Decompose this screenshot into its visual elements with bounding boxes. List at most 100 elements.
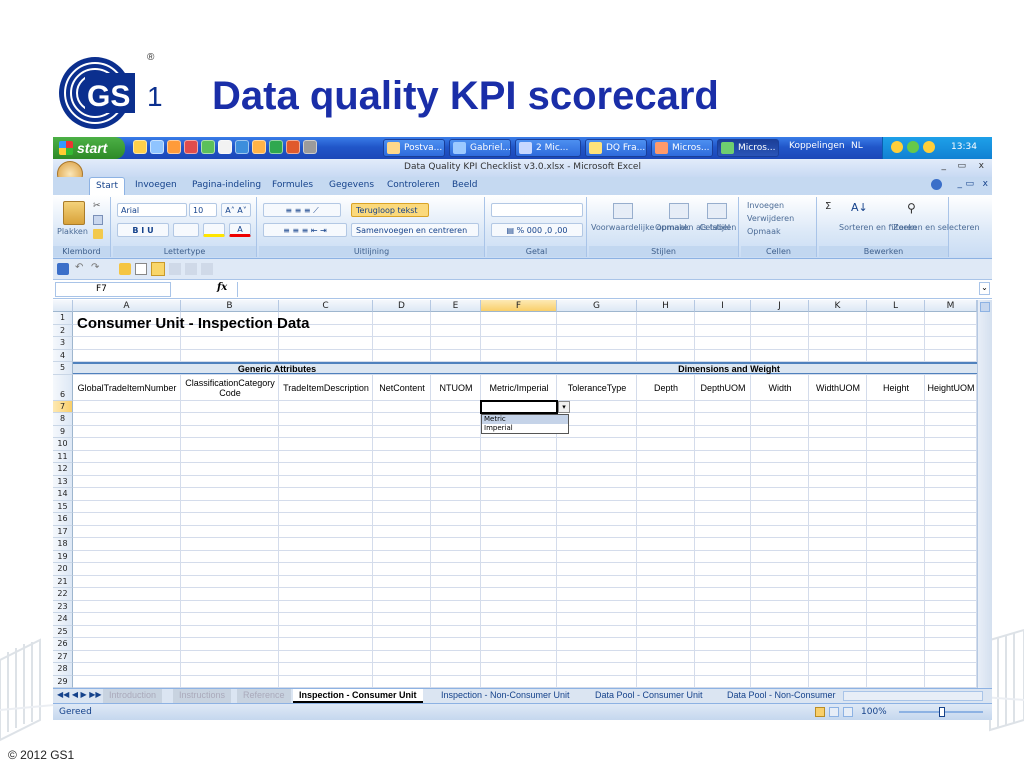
row-header-8[interactable]: 8 (53, 413, 73, 426)
ribbon-minimize-button[interactable]: _ (958, 179, 963, 189)
column-header-i[interactable]: I (695, 300, 751, 312)
horizontal-scrollbar[interactable] (843, 691, 983, 701)
tray-icon[interactable] (923, 141, 935, 153)
borders-icon[interactable] (173, 223, 199, 237)
quicklaunch-icon[interactable] (150, 140, 164, 154)
row-header-19[interactable]: 19 (53, 550, 73, 563)
name-box[interactable]: F7 (55, 282, 171, 297)
tray-icon[interactable] (907, 141, 919, 153)
tab-formules[interactable]: Formules (272, 180, 313, 190)
expand-formula-bar-icon[interactable]: ⌄ (979, 282, 990, 295)
print-preview-icon[interactable] (151, 262, 165, 276)
row-header-17[interactable]: 17 (53, 525, 73, 538)
minimize-button[interactable]: _ (942, 161, 947, 171)
page-layout-view-icon[interactable] (829, 707, 839, 717)
close-button[interactable]: x (979, 161, 984, 171)
column-header-c[interactable]: C (279, 300, 373, 312)
ribbon-restore-button[interactable]: ▭ (965, 179, 974, 189)
toolbar-icon[interactable] (169, 263, 181, 275)
column-header-h[interactable]: H (637, 300, 695, 312)
start-button[interactable]: start (53, 137, 125, 159)
row-header-15[interactable]: 15 (53, 500, 73, 513)
row-header-14[interactable]: 14 (53, 488, 73, 501)
quicklaunch-icon[interactable] (269, 140, 283, 154)
quicklaunch-icon[interactable] (303, 140, 317, 154)
dropdown-arrow-icon[interactable]: ▾ (558, 400, 570, 413)
bold-italic-underline-buttons[interactable]: B I U (117, 223, 169, 237)
sheet-tab-inspection-consumer-unit[interactable]: Inspection - Consumer Unit (293, 689, 423, 703)
cell-styles-button[interactable]: Celstijlen (699, 223, 737, 232)
format-table-icon[interactable] (669, 203, 689, 219)
language-indicator[interactable]: NL (851, 141, 863, 151)
sheet-tab-inspection-non-consumer-unit[interactable]: Inspection - Non-Consumer Unit (435, 689, 576, 703)
sheet-tab-introduction[interactable]: Introduction (103, 689, 163, 703)
quicklaunch-icon[interactable] (201, 140, 215, 154)
column-header-b[interactable]: B (181, 300, 279, 312)
row-header-1[interactable]: 1 (53, 312, 73, 325)
delete-cells-button[interactable]: Verwijderen (747, 214, 794, 223)
toolbar-icon[interactable] (185, 263, 197, 275)
header-cell-e[interactable]: NTUOM (431, 375, 481, 401)
grow-shrink-font-button[interactable]: A˄ A˅ (221, 203, 251, 217)
paste-icon[interactable] (63, 201, 85, 225)
row-header-12[interactable]: 12 (53, 463, 73, 476)
column-header-a[interactable]: A (73, 300, 181, 312)
tab-gegevens[interactable]: Gegevens (329, 180, 374, 190)
column-header-d[interactable]: D (373, 300, 431, 312)
format-painter-icon[interactable] (93, 229, 103, 239)
header-cell-f[interactable]: Metric/Imperial (481, 375, 557, 401)
number-format-select[interactable] (491, 203, 583, 217)
quicklaunch-icon[interactable] (286, 140, 300, 154)
function-icon[interactable]: fx (217, 282, 227, 293)
quicklaunch-icon[interactable] (184, 140, 198, 154)
worksheet-grid[interactable]: ABCDEFGHIJKLM 1 2 3 4 5 6 7 8 9 10 11 12 13 14 15 16 17 1… (53, 300, 977, 688)
toolbar-icon[interactable] (201, 263, 213, 275)
sheet-title-cell[interactable]: Consumer Unit - Inspection Data (77, 315, 310, 332)
taskbar-item-dq-folder[interactable]: DQ Fra... (585, 139, 647, 157)
conditional-format-button[interactable]: Voorwaardelijke opmaak (591, 223, 689, 232)
maximize-button[interactable]: ▭ (957, 161, 966, 171)
quicklaunch-icon[interactable] (235, 140, 249, 154)
zoom-slider-thumb[interactable] (939, 707, 945, 717)
number-format-buttons[interactable]: ▤ % 000 ,0 ,00 (491, 223, 583, 237)
selected-cell-f7[interactable] (480, 399, 558, 414)
column-header-j[interactable]: J (751, 300, 809, 312)
row-header-2[interactable]: 2 (53, 324, 73, 337)
redo-icon[interactable]: ↷ (91, 262, 99, 273)
conditional-format-icon[interactable] (613, 203, 633, 219)
paste-button[interactable]: Plakken (57, 227, 88, 236)
zoom-level[interactable]: 100% (861, 707, 887, 717)
quicklaunch-icon[interactable] (252, 140, 266, 154)
open-icon[interactable] (119, 263, 131, 275)
page-break-view-icon[interactable] (843, 707, 853, 717)
new-icon[interactable] (135, 263, 147, 275)
format-cells-button[interactable]: Opmaak (747, 227, 781, 236)
row-header-22[interactable]: 22 (53, 588, 73, 601)
column-header-m[interactable]: M (925, 300, 977, 312)
header-cell-j[interactable]: Width (751, 375, 809, 401)
fill-color-icon[interactable] (203, 223, 225, 237)
quicklaunch-icon[interactable] (167, 140, 181, 154)
cut-icon[interactable]: ✂ (93, 201, 103, 211)
save-icon[interactable] (57, 263, 69, 275)
tab-start[interactable]: Start (89, 177, 125, 195)
taskbar-item-outlook[interactable]: Micros... (651, 139, 713, 157)
header-cell-m[interactable]: HeightUOM (925, 375, 977, 401)
row-header-7[interactable]: 7 (53, 400, 73, 413)
autosum-icon[interactable]: Σ (825, 201, 831, 212)
taskbar-item-gabriel[interactable]: Gabriel... (449, 139, 511, 157)
taskbar-item-word[interactable]: 2 Mic... (515, 139, 581, 157)
quicklaunch-icon[interactable] (133, 140, 147, 154)
row-header-5[interactable]: 5 (53, 362, 73, 375)
insert-cells-button[interactable]: Invoegen (747, 201, 784, 210)
band-dimensions-weight[interactable]: Dimensions and Weight (481, 362, 977, 374)
column-header-e[interactable]: E (431, 300, 481, 312)
row-header-23[interactable]: 23 (53, 600, 73, 613)
row-header-3[interactable]: 3 (53, 337, 73, 350)
sheet-tab-reference[interactable]: Reference (237, 689, 291, 703)
sheet-tab-instructions[interactable]: Instructions (173, 689, 232, 703)
sheet-tab-data-pool-non-consumer[interactable]: Data Pool - Non-Consumer (721, 689, 842, 703)
header-cell-l[interactable]: Height (867, 375, 925, 401)
band-generic-attributes[interactable]: Generic Attributes (73, 362, 481, 374)
horizontal-align-buttons[interactable]: ≡ ≡ ≡ ⇤ ⇥ (263, 223, 347, 237)
